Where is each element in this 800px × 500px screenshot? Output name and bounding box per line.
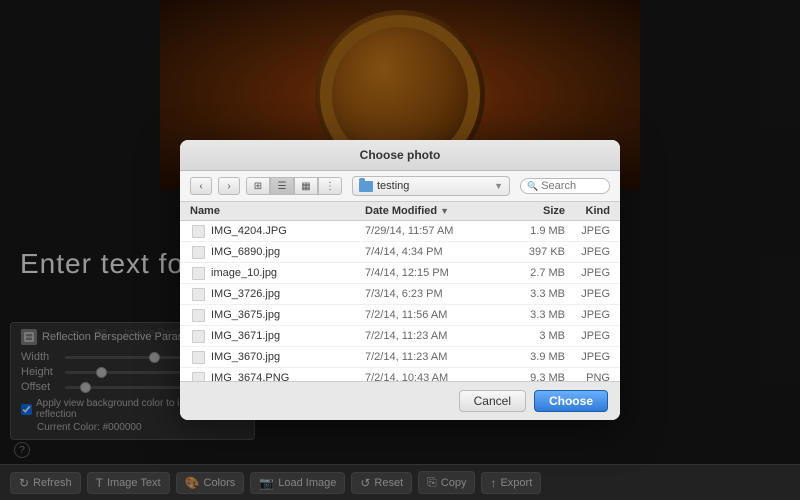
file-kind: JPEG bbox=[565, 330, 610, 342]
dialog-toolbar: ‹ › ⊞ ☰ ▦ ⋮ testing ▼ 🔍 bbox=[180, 171, 620, 202]
location-selector[interactable]: testing ▼ bbox=[352, 176, 510, 196]
file-icon bbox=[190, 244, 206, 260]
search-box[interactable]: 🔍 bbox=[520, 178, 610, 194]
file-name: IMG_3674.PNG bbox=[211, 372, 365, 381]
column-view-button[interactable]: ▦ bbox=[294, 177, 318, 195]
sort-indicator: ▼ bbox=[440, 206, 449, 216]
location-label: testing bbox=[377, 180, 409, 192]
choose-button[interactable]: Choose bbox=[534, 390, 608, 412]
col-name-header[interactable]: Name bbox=[190, 205, 365, 217]
dialog-titlebar: Choose photo bbox=[180, 140, 620, 171]
file-date: 7/2/14, 11:23 AM bbox=[365, 330, 505, 342]
file-size: 397 KB bbox=[505, 246, 565, 258]
coverflow-button[interactable]: ⋮ bbox=[318, 177, 342, 195]
folder-icon bbox=[359, 181, 373, 192]
dialog-footer: Cancel Choose bbox=[180, 381, 620, 420]
file-chooser-dialog: Choose photo ‹ › ⊞ ☰ ▦ ⋮ testing ▼ 🔍 bbox=[180, 140, 620, 420]
view-buttons: ⊞ ☰ ▦ ⋮ bbox=[246, 177, 342, 195]
file-kind: JPEG bbox=[565, 225, 610, 237]
search-input[interactable] bbox=[541, 180, 601, 192]
col-size-header[interactable]: Size bbox=[505, 205, 565, 217]
forward-button[interactable]: › bbox=[218, 177, 240, 195]
file-name: IMG_3675.jpg bbox=[211, 309, 365, 321]
file-kind: JPEG bbox=[565, 267, 610, 279]
file-size: 3.9 MB bbox=[505, 351, 565, 363]
file-size: 3.3 MB bbox=[505, 309, 565, 321]
file-row[interactable]: IMG_3671.jpg 7/2/14, 11:23 AM 3 MB JPEG bbox=[180, 326, 620, 347]
file-date: 7/2/14, 11:56 AM bbox=[365, 309, 505, 321]
file-list-header: Name Date Modified ▼ Size Kind bbox=[180, 202, 620, 221]
file-name: IMG_3726.jpg bbox=[211, 288, 365, 300]
file-size: 1.9 MB bbox=[505, 225, 565, 237]
file-name: IMG_3671.jpg bbox=[211, 330, 365, 342]
file-kind: JPEG bbox=[565, 351, 610, 363]
file-icon bbox=[190, 370, 206, 381]
file-size: 3 MB bbox=[505, 330, 565, 342]
file-kind: JPEG bbox=[565, 309, 610, 321]
file-name: IMG_3670.jpg bbox=[211, 351, 365, 363]
col-date-header[interactable]: Date Modified ▼ bbox=[365, 205, 505, 217]
file-row[interactable]: IMG_3674.PNG 7/2/14, 10:43 AM 9.3 MB PNG bbox=[180, 368, 620, 381]
file-row[interactable]: image_10.jpg 7/4/14, 12:15 PM 2.7 MB JPE… bbox=[180, 263, 620, 284]
file-name: IMG_6890.jpg bbox=[211, 246, 365, 258]
col-kind-header[interactable]: Kind bbox=[565, 205, 610, 217]
search-icon: 🔍 bbox=[527, 181, 538, 192]
file-name: image_10.jpg bbox=[211, 267, 365, 279]
file-date: 7/29/14, 11:57 AM bbox=[365, 225, 505, 237]
file-list: IMG_4204.JPG 7/29/14, 11:57 AM 1.9 MB JP… bbox=[180, 221, 620, 381]
dialog-title: Choose photo bbox=[360, 148, 441, 162]
file-date: 7/3/14, 6:23 PM bbox=[365, 288, 505, 300]
file-icon bbox=[190, 349, 206, 365]
file-row[interactable]: IMG_3675.jpg 7/2/14, 11:56 AM 3.3 MB JPE… bbox=[180, 305, 620, 326]
file-size: 9.3 MB bbox=[505, 372, 565, 381]
file-row[interactable]: IMG_6890.jpg 7/4/14, 4:34 PM 397 KB JPEG bbox=[180, 242, 620, 263]
file-date: 7/4/14, 4:34 PM bbox=[365, 246, 505, 258]
file-row[interactable]: IMG_3726.jpg 7/3/14, 6:23 PM 3.3 MB JPEG bbox=[180, 284, 620, 305]
list-view-button[interactable]: ☰ bbox=[270, 177, 294, 195]
dialog-overlay: Choose photo ‹ › ⊞ ☰ ▦ ⋮ testing ▼ 🔍 bbox=[0, 0, 800, 500]
file-icon bbox=[190, 223, 206, 239]
file-size: 2.7 MB bbox=[505, 267, 565, 279]
file-kind: JPEG bbox=[565, 246, 610, 258]
file-row[interactable]: IMG_4204.JPG 7/29/14, 11:57 AM 1.9 MB JP… bbox=[180, 221, 620, 242]
file-date: 7/2/14, 11:23 AM bbox=[365, 351, 505, 363]
file-icon bbox=[190, 286, 206, 302]
file-row[interactable]: IMG_3670.jpg 7/2/14, 11:23 AM 3.9 MB JPE… bbox=[180, 347, 620, 368]
file-size: 3.3 MB bbox=[505, 288, 565, 300]
file-icon bbox=[190, 307, 206, 323]
file-date: 7/4/14, 12:15 PM bbox=[365, 267, 505, 279]
location-chevron: ▼ bbox=[494, 181, 503, 191]
file-date: 7/2/14, 10:43 AM bbox=[365, 372, 505, 381]
icon-view-button[interactable]: ⊞ bbox=[246, 177, 270, 195]
file-kind: PNG bbox=[565, 372, 610, 381]
file-icon bbox=[190, 328, 206, 344]
cancel-button[interactable]: Cancel bbox=[459, 390, 526, 412]
file-icon bbox=[190, 265, 206, 281]
file-kind: JPEG bbox=[565, 288, 610, 300]
file-name: IMG_4204.JPG bbox=[211, 225, 365, 237]
back-button[interactable]: ‹ bbox=[190, 177, 212, 195]
